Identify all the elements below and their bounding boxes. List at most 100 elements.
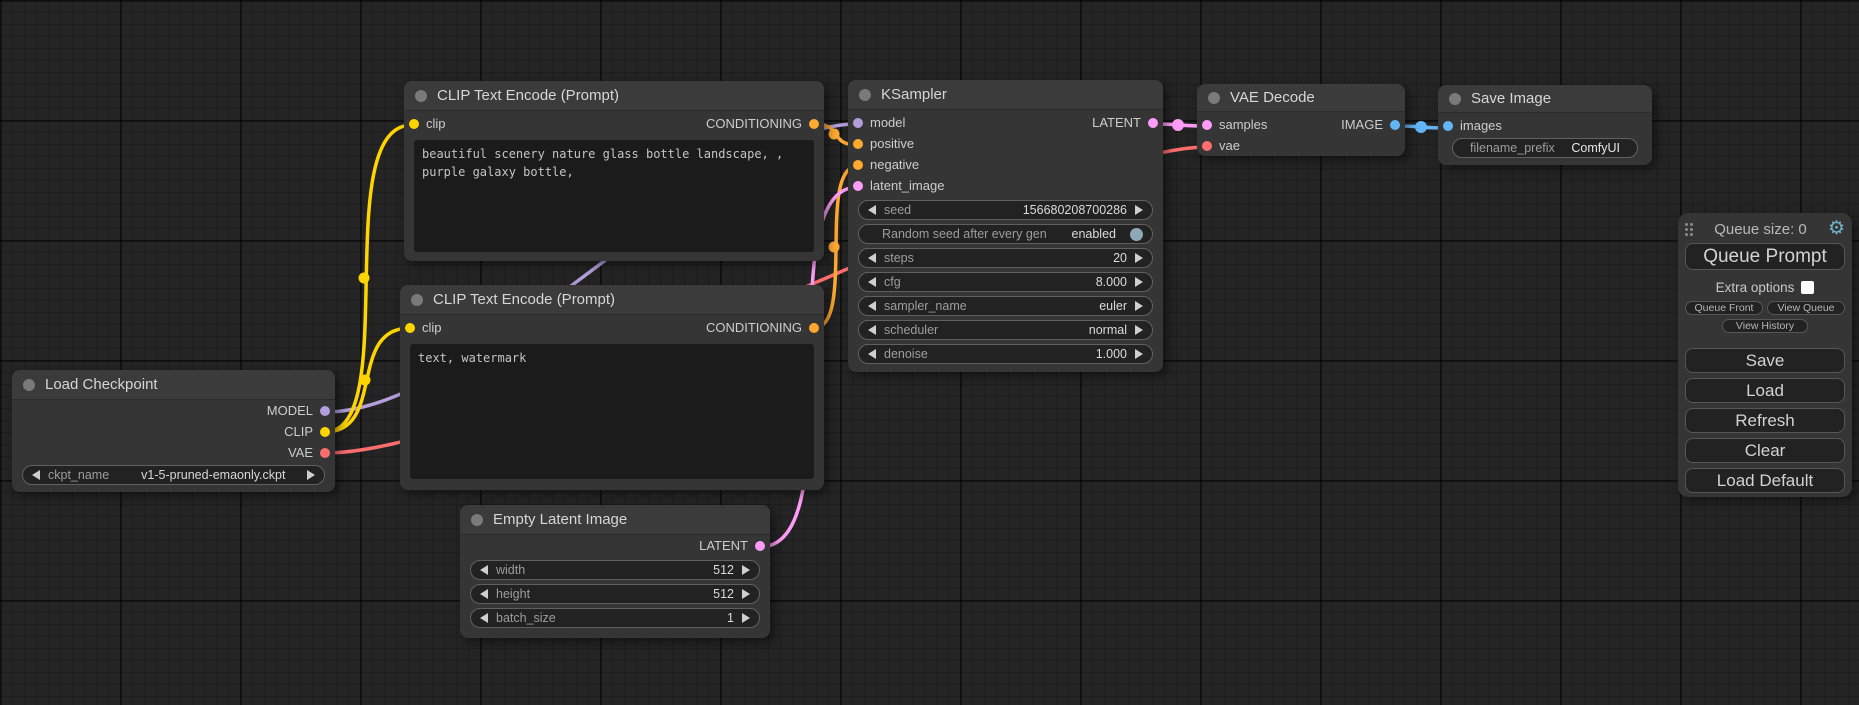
increment-arrow-icon[interactable]: [1135, 277, 1143, 287]
input-slot-images[interactable]: images: [1443, 118, 1502, 133]
widget-sampler-name[interactable]: sampler_name euler: [858, 296, 1153, 316]
clip-slot-dot[interactable]: [409, 119, 419, 129]
increment-arrow-icon[interactable]: [742, 613, 750, 623]
latent-slot-dot[interactable]: [1202, 120, 1212, 130]
queue-prompt-button[interactable]: Queue Prompt: [1685, 243, 1845, 270]
latent-slot-dot[interactable]: [853, 181, 863, 191]
node-vae-decode[interactable]: VAE Decode samples IMAGE vae: [1197, 84, 1405, 156]
decrement-arrow-icon[interactable]: [868, 277, 876, 287]
widget-cfg[interactable]: cfg 8.000: [858, 272, 1153, 292]
decrement-arrow-icon[interactable]: [868, 301, 876, 311]
conditioning-slot-dot[interactable]: [853, 139, 863, 149]
input-slot-vae[interactable]: vae: [1202, 138, 1240, 153]
load-button[interactable]: Load: [1685, 378, 1845, 403]
conditioning-slot-dot[interactable]: [809, 119, 819, 129]
widget-height[interactable]: height 512: [470, 584, 760, 604]
output-slot-vae[interactable]: VAE: [288, 445, 330, 460]
save-button[interactable]: Save: [1685, 348, 1845, 373]
vae-slot-dot[interactable]: [1202, 141, 1212, 151]
clip-slot-dot[interactable]: [320, 427, 330, 437]
input-slot-negative[interactable]: negative: [853, 157, 919, 172]
node-empty-latent-image[interactable]: Empty Latent Image LATENT width 512 heig…: [460, 505, 770, 638]
widget-filename-prefix[interactable]: filename_prefix ComfyUI: [1452, 138, 1638, 158]
graph-canvas[interactable]: Load Checkpoint MODEL CLIP VAE ckpt_name…: [0, 0, 1859, 705]
decrement-arrow-icon[interactable]: [868, 349, 876, 359]
collapse-dot-icon[interactable]: [1208, 92, 1220, 104]
increment-arrow-icon[interactable]: [1135, 205, 1143, 215]
node-title: CLIP Text Encode (Prompt): [433, 291, 615, 308]
image-slot-dot[interactable]: [1390, 120, 1400, 130]
input-slot-model[interactable]: model: [853, 115, 905, 130]
latent-slot-dot[interactable]: [1148, 118, 1158, 128]
output-slot-model[interactable]: MODEL: [267, 403, 330, 418]
widget-random-seed-toggle[interactable]: Random seed after every gen enabled: [858, 224, 1153, 244]
input-slot-samples[interactable]: samples: [1202, 117, 1267, 132]
increment-arrow-icon[interactable]: [1135, 349, 1143, 359]
refresh-button[interactable]: Refresh: [1685, 408, 1845, 433]
prompt-textarea[interactable]: text, watermark: [410, 344, 814, 479]
input-slot-latent-image[interactable]: latent_image: [853, 178, 944, 193]
vae-slot-dot[interactable]: [320, 448, 330, 458]
increment-arrow-icon[interactable]: [1135, 253, 1143, 263]
widget-steps[interactable]: steps 20: [858, 248, 1153, 268]
decrement-arrow-icon[interactable]: [868, 325, 876, 335]
node-save-image[interactable]: Save Image images filename_prefix ComfyU…: [1438, 85, 1652, 165]
increment-arrow-icon[interactable]: [742, 565, 750, 575]
drag-handle-icon[interactable]: [1685, 223, 1693, 236]
model-slot-dot[interactable]: [853, 118, 863, 128]
increment-arrow-icon[interactable]: [307, 470, 315, 480]
output-slot-conditioning[interactable]: CONDITIONING: [706, 116, 819, 131]
output-slot-clip[interactable]: CLIP: [284, 424, 330, 439]
node-clip-text-encode-negative[interactable]: CLIP Text Encode (Prompt) clip CONDITION…: [400, 285, 824, 490]
settings-gear-icon[interactable]: ⚙: [1828, 220, 1845, 238]
view-history-button[interactable]: View History: [1722, 319, 1808, 333]
decrement-arrow-icon[interactable]: [868, 253, 876, 263]
node-ksampler[interactable]: KSampler model LATENT positive negative …: [848, 80, 1163, 372]
latent-slot-dot[interactable]: [755, 541, 765, 551]
extra-options-checkbox[interactable]: [1801, 281, 1814, 294]
load-default-button[interactable]: Load Default: [1685, 468, 1845, 493]
prompt-textarea[interactable]: beautiful scenery nature glass bottle la…: [414, 140, 814, 252]
decrement-arrow-icon[interactable]: [480, 589, 488, 599]
input-slot-clip[interactable]: clip: [405, 320, 442, 335]
output-slot-image[interactable]: IMAGE: [1341, 117, 1400, 132]
queue-menu-panel[interactable]: Queue size: 0 ⚙ Queue Prompt Extra optio…: [1678, 213, 1852, 497]
output-slot-latent[interactable]: LATENT: [1092, 115, 1158, 130]
widget-width[interactable]: width 512: [470, 560, 760, 580]
widget-batch-size[interactable]: batch_size 1: [470, 608, 760, 628]
collapse-dot-icon[interactable]: [1449, 93, 1461, 105]
decrement-arrow-icon[interactable]: [480, 613, 488, 623]
node-load-checkpoint[interactable]: Load Checkpoint MODEL CLIP VAE ckpt_name…: [12, 370, 335, 492]
output-slot-conditioning[interactable]: CONDITIONING: [706, 320, 819, 335]
widget-ckpt-name[interactable]: ckpt_name v1-5-pruned-emaonly.ckpt: [22, 465, 325, 485]
toggle-on-icon[interactable]: [1130, 228, 1143, 241]
collapse-dot-icon[interactable]: [415, 90, 427, 102]
increment-arrow-icon[interactable]: [1135, 301, 1143, 311]
node-title-bar: VAE Decode: [1197, 84, 1405, 112]
clip-slot-dot[interactable]: [405, 323, 415, 333]
queue-front-button[interactable]: Queue Front: [1685, 301, 1763, 315]
collapse-dot-icon[interactable]: [411, 294, 423, 306]
collapse-dot-icon[interactable]: [23, 379, 35, 391]
widget-seed[interactable]: seed 156680208700286: [858, 200, 1153, 220]
widget-denoise[interactable]: denoise 1.000: [858, 344, 1153, 364]
input-slot-clip[interactable]: clip: [409, 116, 446, 131]
input-slot-positive[interactable]: positive: [853, 136, 914, 151]
decrement-arrow-icon[interactable]: [868, 205, 876, 215]
decrement-arrow-icon[interactable]: [480, 565, 488, 575]
collapse-dot-icon[interactable]: [471, 514, 483, 526]
conditioning-slot-dot[interactable]: [853, 160, 863, 170]
increment-arrow-icon[interactable]: [742, 589, 750, 599]
conditioning-slot-dot[interactable]: [809, 323, 819, 333]
widget-scheduler[interactable]: scheduler normal: [858, 320, 1153, 340]
model-slot-dot[interactable]: [320, 406, 330, 416]
collapse-dot-icon[interactable]: [859, 89, 871, 101]
node-clip-text-encode-positive[interactable]: CLIP Text Encode (Prompt) clip CONDITION…: [404, 81, 824, 261]
output-slot-latent[interactable]: LATENT: [699, 538, 765, 553]
clear-button[interactable]: Clear: [1685, 438, 1845, 463]
view-queue-button[interactable]: View Queue: [1767, 301, 1845, 315]
image-slot-dot[interactable]: [1443, 121, 1453, 131]
decrement-arrow-icon[interactable]: [32, 470, 40, 480]
node-title-bar: Load Checkpoint: [12, 370, 335, 400]
increment-arrow-icon[interactable]: [1135, 325, 1143, 335]
